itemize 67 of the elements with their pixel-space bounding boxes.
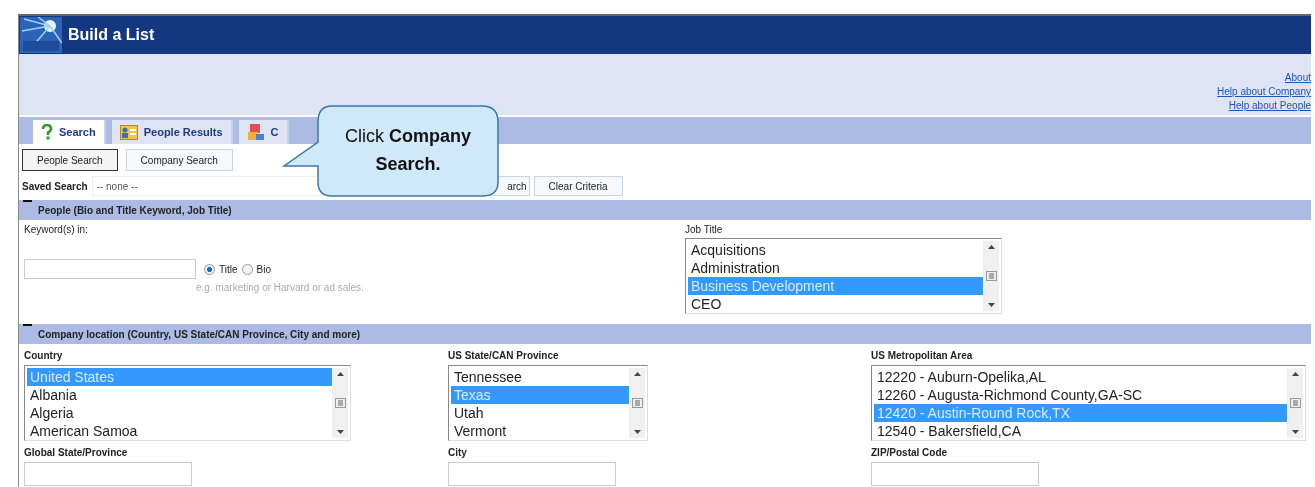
scrollbar[interactable] <box>983 241 999 311</box>
scrollbar[interactable] <box>629 368 645 438</box>
scroll-up-icon <box>1291 372 1299 376</box>
scroll-thumb-icon <box>985 271 997 281</box>
search-type-button[interactable]: People Search <box>22 149 118 171</box>
help-link[interactable]: Help about People <box>1228 100 1311 111</box>
radio-label: Bio <box>256 263 271 275</box>
list-option[interactable]: American Samoa <box>27 422 332 440</box>
logo-icon <box>20 17 62 53</box>
field-label: ZIP/Postal Code <box>871 447 949 458</box>
text-field[interactable] <box>448 462 616 486</box>
location-list[interactable]: 12220 - Auburn-Opelika,AL 12260 - Augusta-Richmond County,GA-SC 12420 - Austin-Round Rock,TX 12540 - Bakersfield,CA <box>871 365 1306 441</box>
field-label: City <box>448 447 468 458</box>
scroll-down-icon <box>987 303 995 307</box>
keyword-field[interactable] <box>24 259 196 279</box>
tab[interactable]: C <box>238 120 289 144</box>
scroll-down-icon <box>336 430 344 434</box>
scroll-down-icon <box>633 430 641 434</box>
people-card-icon <box>119 124 138 140</box>
radio-button[interactable] <box>204 263 215 275</box>
job-title-label: Job Title <box>685 224 724 235</box>
hint-text: e.g. marketing or Harvard or ad sales. <box>196 282 365 293</box>
question-icon <box>41 124 53 140</box>
scrollbar[interactable] <box>1287 368 1303 438</box>
field-label: Global State/Province <box>24 447 129 458</box>
help-link[interactable]: Help about Company <box>1217 86 1311 97</box>
location-list[interactable]: United States Albania Algeria American Samoa <box>24 365 351 441</box>
action-button[interactable]: Clear Criteria <box>533 176 623 196</box>
list-option[interactable]: Utah <box>451 404 629 422</box>
list-option[interactable]: 12260 - Augusta-Richmond County,GA-SC <box>874 386 1287 404</box>
list-option[interactable]: Administration <box>688 259 983 277</box>
search-type-button[interactable]: Company Search <box>125 149 233 171</box>
scroll-thumb-icon <box>631 398 643 408</box>
list-label: US Metropolitan Area <box>871 350 974 361</box>
scroll-thumb-icon <box>1289 398 1301 408</box>
list-label: US State/CAN Province <box>448 350 560 361</box>
radio-button[interactable] <box>241 263 253 275</box>
scroll-thumb-icon <box>334 398 346 408</box>
help-link[interactable]: About <box>1284 72 1311 83</box>
scroll-up-icon <box>987 245 995 249</box>
scroll-up-icon <box>336 372 344 376</box>
scrollbar[interactable] <box>332 368 348 438</box>
list-label: Country <box>24 350 64 361</box>
list-option[interactable]: Tennessee <box>451 368 629 386</box>
list-option[interactable]: Algeria <box>27 404 332 422</box>
list-option[interactable]: CEO <box>688 295 983 313</box>
tab[interactable]: People Results <box>111 120 233 144</box>
scroll-down-icon <box>1291 430 1299 434</box>
saved-search-label: Saved Search <box>22 180 88 192</box>
text-field[interactable] <box>24 462 192 486</box>
window-title: Build a List <box>68 26 155 44</box>
location-list[interactable]: Tennessee Texas Utah Vermont <box>448 365 648 441</box>
callout-text: Click Company Search. <box>344 125 472 176</box>
list-option[interactable]: Vermont <box>451 422 629 440</box>
building-icon <box>246 123 265 141</box>
list-option[interactable]: Acquisitions <box>688 241 983 259</box>
section-header[interactable]: People (Bio and Title Keyword, Job Title) <box>19 200 1311 220</box>
list-option[interactable]: 12220 - Auburn-Opelika,AL <box>874 368 1287 386</box>
text-field[interactable] <box>871 462 1039 486</box>
tab[interactable]: Search <box>33 120 106 144</box>
job-title-list[interactable]: Acquisitions Administration Business Development CEO <box>685 238 1002 314</box>
scroll-up-icon <box>633 372 641 376</box>
list-option[interactable]: Albania <box>27 386 332 404</box>
keyword-label: Keyword(s) in: <box>24 224 89 235</box>
section-header[interactable]: Company location (Country, US State/CAN Province, City and more) <box>19 324 1311 344</box>
list-option[interactable]: 12540 - Bakersfield,CA <box>874 422 1287 440</box>
radio-label: Title <box>219 263 238 275</box>
